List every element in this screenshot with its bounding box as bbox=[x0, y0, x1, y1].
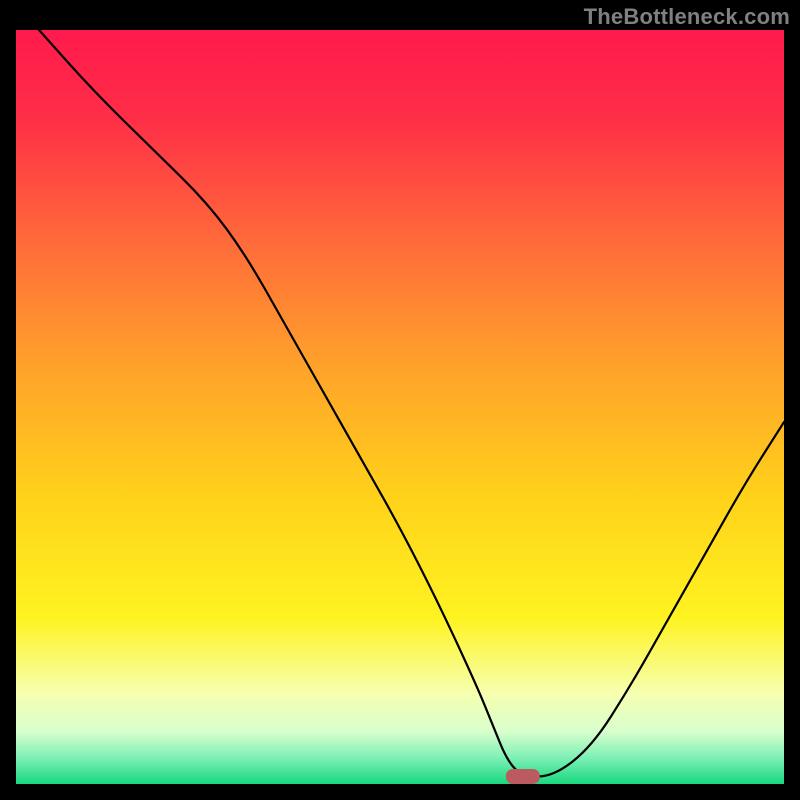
chart-background bbox=[16, 30, 784, 784]
bottleneck-chart bbox=[16, 30, 784, 784]
page-root: TheBottleneck.com bbox=[0, 0, 800, 800]
watermark-text: TheBottleneck.com bbox=[584, 4, 790, 30]
chart-frame bbox=[16, 30, 784, 784]
optimal-marker bbox=[506, 769, 540, 784]
